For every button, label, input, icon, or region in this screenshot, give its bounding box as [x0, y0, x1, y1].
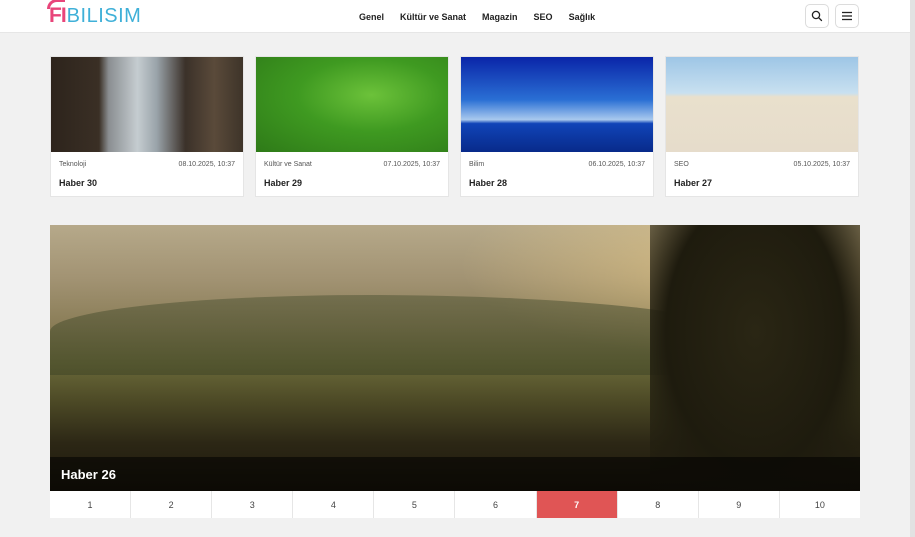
nav-item-magazin[interactable]: Magazin	[482, 12, 518, 22]
slider-page-3[interactable]: 3	[212, 491, 294, 518]
slider-image-trees	[650, 225, 860, 491]
slider-caption[interactable]: Haber 26	[50, 457, 860, 491]
slider-page-1[interactable]: 1	[50, 491, 132, 518]
news-card-category[interactable]: Kültür ve Sanat	[264, 161, 312, 168]
news-card-title[interactable]: Haber 30	[59, 178, 97, 188]
slider-caption-title[interactable]: Haber 26	[61, 467, 116, 482]
news-card[interactable]: Bilim 06.10.2025, 10:37 Haber 28	[460, 56, 654, 197]
slider-page-5[interactable]: 5	[374, 491, 456, 518]
menu-button[interactable]	[835, 4, 859, 28]
nav-item-kultur-ve-sanat[interactable]: Kültür ve Sanat	[400, 12, 466, 22]
slider-page-9[interactable]: 9	[699, 491, 780, 518]
nav-item-seo[interactable]: SEO	[534, 12, 553, 22]
news-card-image[interactable]	[256, 57, 448, 152]
news-card-image[interactable]	[666, 57, 858, 152]
slider-page-6[interactable]: 6	[455, 491, 537, 518]
news-card-date: 05.10.2025, 10:37	[793, 161, 850, 168]
news-card-date: 06.10.2025, 10:37	[588, 161, 645, 168]
news-card-image[interactable]	[51, 57, 243, 152]
slider-page-7-active[interactable]: 7	[536, 491, 618, 518]
slider-page-8[interactable]: 8	[618, 491, 699, 518]
hamburger-menu-icon	[842, 11, 852, 21]
main-nav: Genel Kültür ve Sanat Magazin SEO Sağlık	[359, 0, 595, 33]
news-card[interactable]: Kültür ve Sanat 07.10.2025, 10:37 Haber …	[255, 56, 449, 197]
news-card[interactable]: Teknoloji 08.10.2025, 10:37 Haber 30	[50, 56, 244, 197]
slider-page-10[interactable]: 10	[780, 491, 860, 518]
nav-item-saglik[interactable]: Sağlık	[569, 12, 596, 22]
slider-page-4[interactable]: 4	[293, 491, 375, 518]
featured-slider[interactable]: Haber 26	[50, 225, 860, 491]
news-card-category[interactable]: Teknoloji	[59, 161, 86, 168]
nav-item-genel[interactable]: Genel	[359, 12, 384, 22]
logo-text: BILISIM	[66, 4, 142, 27]
news-card-title[interactable]: Haber 29	[264, 178, 302, 188]
slider-image-hills	[50, 295, 750, 375]
slider-page-2[interactable]: 2	[131, 491, 213, 518]
news-card-image[interactable]	[461, 57, 653, 152]
news-card[interactable]: SEO 05.10.2025, 10:37 Haber 27	[665, 56, 859, 197]
site-logo[interactable]: FI BILISIM	[47, 0, 142, 28]
page-scrollbar[interactable]	[910, 0, 915, 537]
news-card-category[interactable]: SEO	[674, 161, 689, 168]
news-card-title[interactable]: Haber 28	[469, 178, 507, 188]
logo-mark: FI	[47, 0, 67, 28]
search-icon	[811, 10, 823, 22]
site-header: FI BILISIM Genel Kültür ve Sanat Magazin…	[0, 0, 910, 33]
news-card-date: 07.10.2025, 10:37	[383, 161, 440, 168]
news-card-date: 08.10.2025, 10:37	[178, 161, 235, 168]
slider-pagination: 1 2 3 4 5 6 7 8 9 10	[50, 491, 860, 518]
news-card-category[interactable]: Bilim	[469, 161, 484, 168]
news-card-title[interactable]: Haber 27	[674, 178, 712, 188]
search-button[interactable]	[805, 4, 829, 28]
